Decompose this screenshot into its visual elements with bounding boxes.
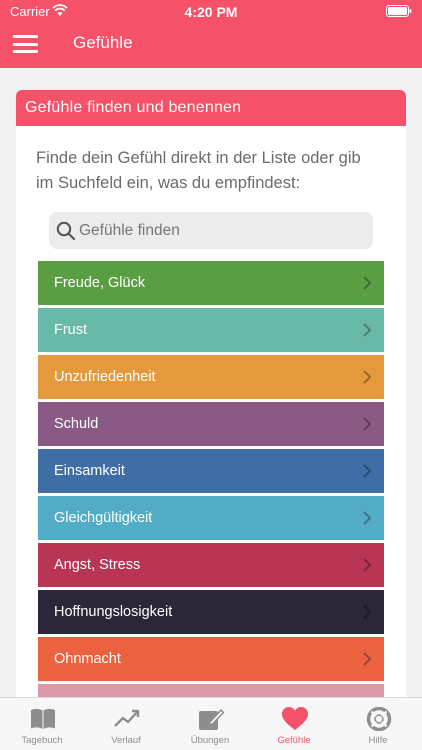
emotion-item[interactable]: Unzufriedenheit (38, 355, 384, 399)
app-header: Carrier 4:20 PM Gefühle (0, 0, 422, 68)
tab-label: Tagebuch (21, 735, 63, 746)
emotion-list: Freude, Glück Frust Unzufriedenheit Schuld E… (38, 261, 384, 710)
emotion-item[interactable]: Gleichgültigkeit (38, 496, 384, 540)
emotion-item[interactable]: Angst, Stress (38, 543, 384, 587)
search-input[interactable] (79, 212, 359, 249)
status-bar: Carrier 4:20 PM (0, 0, 422, 22)
emotion-label: Freude, Glück (54, 275, 146, 291)
emotion-item[interactable]: Hoffnungslosigkeit (38, 590, 384, 634)
tab-label: Hilfe (368, 735, 388, 746)
tab-tagebuch[interactable]: Tagebuch (0, 698, 84, 750)
trend-icon (114, 709, 140, 727)
emotion-label: Unzufriedenheit (54, 369, 156, 385)
lifebuoy-icon (366, 707, 392, 731)
emotion-label: Einsamkeit (54, 463, 125, 479)
emotion-label: Ohnmacht (54, 651, 121, 667)
chevron-right-icon (363, 323, 372, 337)
chevron-right-icon (363, 276, 372, 290)
emotion-label: Schuld (54, 416, 99, 432)
tab-gefuehle[interactable]: Gefühle (252, 698, 336, 750)
emotion-label: Gleichgültigkeit (54, 510, 153, 526)
tab-bar: Tagebuch Verlauf Übungen Gefühle Hilfe (0, 697, 422, 750)
chevron-right-icon (363, 511, 372, 525)
chevron-right-icon (363, 464, 372, 478)
emotion-label: Frust (54, 322, 88, 338)
tab-label: Gefühle (277, 735, 311, 746)
emotion-item[interactable]: Schuld (38, 402, 384, 446)
tab-hilfe[interactable]: Hilfe (336, 698, 420, 750)
chevron-right-icon (363, 605, 372, 619)
tab-uebungen[interactable]: Übungen (168, 698, 252, 750)
tab-label: Übungen (190, 735, 230, 746)
tab-verlauf[interactable]: Verlauf (84, 698, 168, 750)
emotion-item[interactable]: Frust (38, 308, 384, 352)
card-intro-text: Finde dein Gefühl direkt in der Liste od… (36, 149, 361, 192)
menu-icon[interactable] (13, 35, 38, 53)
emotion-item[interactable]: Einsamkeit (38, 449, 384, 493)
emotion-label: Hoffnungslosigkeit (54, 604, 173, 620)
book-icon (31, 708, 55, 729)
chevron-right-icon (363, 652, 372, 666)
chevron-right-icon (363, 558, 372, 572)
heart-icon (282, 707, 308, 730)
search-icon (56, 221, 76, 241)
emotions-card: Gefühle finden und benennen Finde dein G… (16, 90, 406, 710)
chevron-right-icon (363, 417, 372, 431)
tab-label: Verlauf (111, 735, 141, 746)
emotion-label: Angst, Stress (54, 557, 141, 573)
chevron-right-icon (363, 370, 372, 384)
status-time: 4:20 PM (184, 4, 238, 20)
emotion-item[interactable]: Ohnmacht (38, 637, 384, 681)
emotion-item[interactable]: Freude, Glück (38, 261, 384, 305)
search-bar[interactable] (49, 212, 373, 249)
battery-icon (386, 5, 412, 17)
page-title: Gefühle (73, 33, 133, 52)
card-title: Gefühle finden und benennen (16, 90, 406, 126)
edit-icon (199, 708, 224, 730)
